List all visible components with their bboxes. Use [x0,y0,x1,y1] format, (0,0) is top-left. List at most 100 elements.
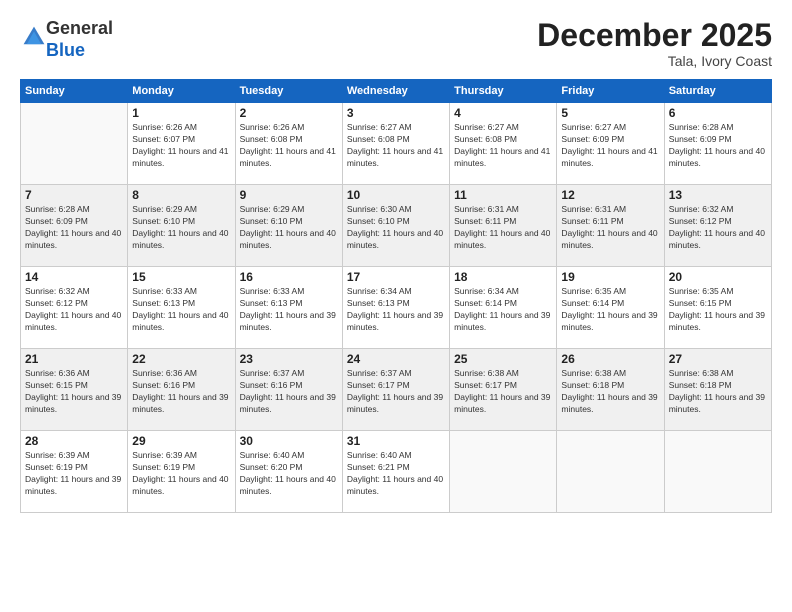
calendar-week-row: 7 Sunrise: 6:28 AMSunset: 6:09 PMDaylight… [21,185,772,267]
day-info: Sunrise: 6:27 AMSunset: 6:08 PMDaylight:… [347,122,445,170]
table-row [450,431,557,513]
day-number: 1 [132,106,230,120]
day-number: 20 [669,270,767,284]
table-row: 7 Sunrise: 6:28 AMSunset: 6:09 PMDaylight… [21,185,128,267]
day-info: Sunrise: 6:36 AMSunset: 6:16 PMDaylight:… [132,368,230,416]
day-number: 27 [669,352,767,366]
calendar-week-row: 21 Sunrise: 6:36 AMSunset: 6:15 PMDayligh… [21,349,772,431]
day-number: 26 [561,352,659,366]
day-number: 25 [454,352,552,366]
calendar: Sunday Monday Tuesday Wednesday Thursday… [20,79,772,513]
header-saturday: Saturday [664,80,771,103]
day-number: 8 [132,188,230,202]
month-title: December 2025 [537,18,772,53]
day-number: 16 [240,270,338,284]
day-number: 12 [561,188,659,202]
table-row: 14 Sunrise: 6:32 AMSunset: 6:12 PMDayligh… [21,267,128,349]
day-number: 4 [454,106,552,120]
day-number: 31 [347,434,445,448]
day-info: Sunrise: 6:37 AMSunset: 6:17 PMDaylight:… [347,368,445,416]
table-row: 29 Sunrise: 6:39 AMSunset: 6:19 PMDayligh… [128,431,235,513]
calendar-week-row: 28 Sunrise: 6:39 AMSunset: 6:19 PMDayligh… [21,431,772,513]
day-number: 9 [240,188,338,202]
calendar-week-row: 14 Sunrise: 6:32 AMSunset: 6:12 PMDayligh… [21,267,772,349]
day-info: Sunrise: 6:38 AMSunset: 6:18 PMDaylight:… [669,368,767,416]
day-number: 23 [240,352,338,366]
day-info: Sunrise: 6:32 AMSunset: 6:12 PMDaylight:… [25,286,123,334]
day-info: Sunrise: 6:33 AMSunset: 6:13 PMDaylight:… [132,286,230,334]
title-section: December 2025 Tala, Ivory Coast [537,18,772,69]
day-info: Sunrise: 6:35 AMSunset: 6:15 PMDaylight:… [669,286,767,334]
day-info: Sunrise: 6:35 AMSunset: 6:14 PMDaylight:… [561,286,659,334]
day-number: 13 [669,188,767,202]
table-row: 9Sunrise: 6:29 AMSunset: 6:10 PMDaylight… [235,185,342,267]
table-row: 3 Sunrise: 6:27 AMSunset: 6:08 PMDaylight… [342,103,449,185]
day-info: Sunrise: 6:32 AMSunset: 6:12 PMDaylight:… [669,204,767,252]
table-row: 12Sunrise: 6:31 AMSunset: 6:11 PMDayligh… [557,185,664,267]
table-row: 27 Sunrise: 6:38 AMSunset: 6:18 PMDayligh… [664,349,771,431]
day-info: Sunrise: 6:33 AMSunset: 6:13 PMDaylight:… [240,286,338,334]
table-row: 30Sunrise: 6:40 AMSunset: 6:20 PMDayligh… [235,431,342,513]
day-info: Sunrise: 6:39 AMSunset: 6:19 PMDaylight:… [25,450,123,498]
table-row: 22 Sunrise: 6:36 AMSunset: 6:16 PMDayligh… [128,349,235,431]
day-number: 24 [347,352,445,366]
table-row: 8 Sunrise: 6:29 AMSunset: 6:10 PMDaylight… [128,185,235,267]
day-info: Sunrise: 6:38 AMSunset: 6:17 PMDaylight:… [454,368,552,416]
day-number: 3 [347,106,445,120]
day-info: Sunrise: 6:26 AMSunset: 6:08 PMDaylight:… [240,122,338,170]
day-number: 10 [347,188,445,202]
logo-icon [22,25,46,49]
table-row: 21 Sunrise: 6:36 AMSunset: 6:15 PMDayligh… [21,349,128,431]
day-number: 7 [25,188,123,202]
table-row: 18Sunrise: 6:34 AMSunset: 6:14 PMDayligh… [450,267,557,349]
table-row: 11Sunrise: 6:31 AMSunset: 6:11 PMDayligh… [450,185,557,267]
table-row: 17Sunrise: 6:34 AMSunset: 6:13 PMDayligh… [342,267,449,349]
day-info: Sunrise: 6:39 AMSunset: 6:19 PMDaylight:… [132,450,230,498]
day-info: Sunrise: 6:37 AMSunset: 6:16 PMDaylight:… [240,368,338,416]
table-row: 1 Sunrise: 6:26 AMSunset: 6:07 PMDaylight… [128,103,235,185]
header-thursday: Thursday [450,80,557,103]
table-row: 5 Sunrise: 6:27 AMSunset: 6:09 PMDaylight… [557,103,664,185]
day-number: 22 [132,352,230,366]
day-info: Sunrise: 6:38 AMSunset: 6:18 PMDaylight:… [561,368,659,416]
day-info: Sunrise: 6:28 AMSunset: 6:09 PMDaylight:… [25,204,123,252]
header-tuesday: Tuesday [235,80,342,103]
page: General Blue December 2025 Tala, Ivory C… [0,0,792,612]
header-friday: Friday [557,80,664,103]
table-row [21,103,128,185]
table-row: 6Sunrise: 6:28 AMSunset: 6:09 PMDaylight… [664,103,771,185]
day-number: 2 [240,106,338,120]
table-row: 25 Sunrise: 6:38 AMSunset: 6:17 PMDayligh… [450,349,557,431]
day-number: 15 [132,270,230,284]
day-info: Sunrise: 6:34 AMSunset: 6:14 PMDaylight:… [454,286,552,334]
table-row: 16 Sunrise: 6:33 AMSunset: 6:13 PMDayligh… [235,267,342,349]
day-number: 19 [561,270,659,284]
day-number: 11 [454,188,552,202]
weekday-header-row: Sunday Monday Tuesday Wednesday Thursday… [21,80,772,103]
day-info: Sunrise: 6:29 AMSunset: 6:10 PMDaylight:… [132,204,230,252]
logo-blue-text: Blue [46,40,85,60]
day-info: Sunrise: 6:36 AMSunset: 6:15 PMDaylight:… [25,368,123,416]
table-row: 23 Sunrise: 6:37 AMSunset: 6:16 PMDayligh… [235,349,342,431]
day-info: Sunrise: 6:40 AMSunset: 6:20 PMDaylight:… [240,450,338,498]
table-row: 19 Sunrise: 6:35 AMSunset: 6:14 PMDayligh… [557,267,664,349]
calendar-week-row: 1 Sunrise: 6:26 AMSunset: 6:07 PMDaylight… [21,103,772,185]
day-info: Sunrise: 6:28 AMSunset: 6:09 PMDaylight:… [669,122,767,170]
table-row: 10Sunrise: 6:30 AMSunset: 6:10 PMDayligh… [342,185,449,267]
table-row [664,431,771,513]
day-info: Sunrise: 6:27 AMSunset: 6:09 PMDaylight:… [561,122,659,170]
day-number: 14 [25,270,123,284]
day-number: 5 [561,106,659,120]
table-row: 28 Sunrise: 6:39 AMSunset: 6:19 PMDayligh… [21,431,128,513]
table-row: 15 Sunrise: 6:33 AMSunset: 6:13 PMDayligh… [128,267,235,349]
header-monday: Monday [128,80,235,103]
day-number: 28 [25,434,123,448]
day-info: Sunrise: 6:26 AMSunset: 6:07 PMDaylight:… [132,122,230,170]
header-sunday: Sunday [21,80,128,103]
table-row: 4Sunrise: 6:27 AMSunset: 6:08 PMDaylight… [450,103,557,185]
header: General Blue December 2025 Tala, Ivory C… [20,18,772,69]
day-number: 21 [25,352,123,366]
header-wednesday: Wednesday [342,80,449,103]
table-row [557,431,664,513]
day-number: 29 [132,434,230,448]
